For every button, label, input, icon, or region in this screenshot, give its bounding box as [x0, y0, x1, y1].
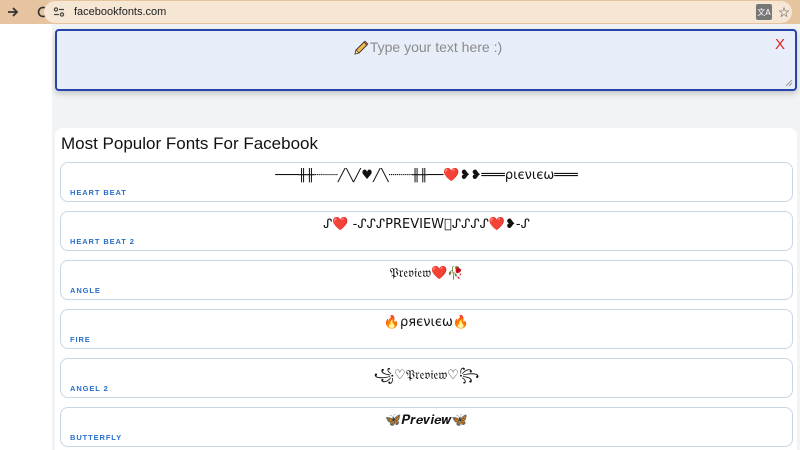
address-bar[interactable]: facebookfonts.com 文A ☆: [44, 1, 792, 23]
font-label: FIRE: [70, 335, 91, 344]
font-label: ANGLE: [70, 286, 101, 295]
font-card-angel-2[interactable]: ꧁♡𝔓𝔯𝔢𝔳𝔦𝔢𝔴♡꧂ ANGEL 2: [60, 358, 793, 398]
bookmark-star-icon[interactable]: ☆: [776, 3, 792, 21]
panel-title: Most Populor Fonts For Facebook: [61, 134, 319, 153]
font-label: HEART BEAT 2: [70, 237, 135, 246]
clear-button[interactable]: X: [775, 36, 785, 53]
browser-toolbar: facebookfonts.com 文A ☆: [0, 0, 800, 24]
page-content: X Most Populor Fonts For Facebook ───╫╫┈…: [0, 24, 800, 450]
font-card-heart-beat[interactable]: ───╫╫┈┈┈╱╲╱♥╱╲┈┈┈╫╫──❤️❥❥═══ριєνιєω═══ H…: [60, 162, 793, 202]
font-card-butterfly[interactable]: 🦋𝑷𝒓𝒆𝒗𝒊𝒆𝒘🦋 BUTTERFLY: [60, 407, 793, 447]
resize-grip-icon[interactable]: [785, 79, 793, 87]
font-label: ANGEL 2: [70, 384, 109, 393]
font-preview[interactable]: ᔑ❤️ -ᔑᔑᔑPREVIEW⃠ᔑᔑᔑᔑ❤️❥-ᔑ: [61, 217, 792, 232]
forward-icon[interactable]: [2, 1, 24, 23]
font-label: BUTTERFLY: [70, 433, 122, 442]
font-card-heart-beat-2[interactable]: ᔑ❤️ -ᔑᔑᔑPREVIEW⃠ᔑᔑᔑᔑ❤️❥-ᔑ HEART BEAT 2: [60, 211, 793, 251]
left-margin: [0, 24, 52, 450]
url-text[interactable]: facebookfonts.com: [74, 6, 166, 18]
text-input[interactable]: [57, 31, 795, 89]
font-preview[interactable]: 🔥ρяєνιєω🔥: [61, 315, 792, 330]
fonts-panel: Most Populor Fonts For Facebook ───╫╫┈┈┈…: [55, 128, 797, 450]
text-input-container: X: [55, 29, 797, 91]
translate-icon[interactable]: 文A: [756, 4, 772, 20]
site-info-icon[interactable]: [50, 3, 68, 21]
font-card-angle[interactable]: 𝔓𝔯𝔢𝔳𝔦𝔢𝔴❤️🥀 ANGLE: [60, 260, 793, 300]
font-label: HEART BEAT: [70, 188, 127, 197]
font-preview[interactable]: ───╫╫┈┈┈╱╲╱♥╱╲┈┈┈╫╫──❤️❥❥═══ριєνιєω═══: [61, 168, 792, 183]
font-preview[interactable]: 𝔓𝔯𝔢𝔳𝔦𝔢𝔴❤️🥀: [61, 266, 792, 281]
font-preview[interactable]: 🦋𝑷𝒓𝒆𝒗𝒊𝒆𝒘🦋: [61, 413, 792, 428]
font-card-fire[interactable]: 🔥ρяєνιєω🔥 FIRE: [60, 309, 793, 349]
font-preview[interactable]: ꧁♡𝔓𝔯𝔢𝔳𝔦𝔢𝔴♡꧂: [61, 364, 792, 391]
